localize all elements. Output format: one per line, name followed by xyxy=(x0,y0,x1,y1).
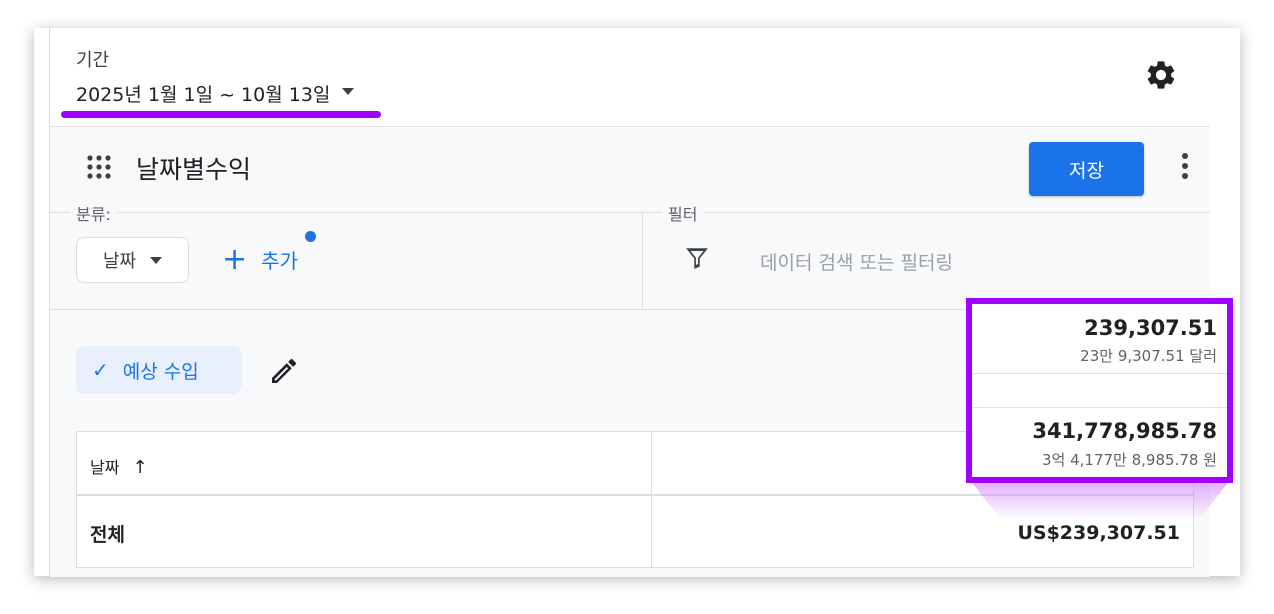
date-column-header: 날짜 xyxy=(90,458,120,477)
add-label: 추가 xyxy=(261,249,298,273)
check-icon: ✓ xyxy=(92,358,109,382)
dimension-legend: 분류: xyxy=(70,201,117,225)
krw-value: 341,778,985.78 xyxy=(1032,419,1217,443)
period-label: 기간 xyxy=(76,50,110,71)
date-range-selector[interactable]: 2025년 1월 1일 ~ 10월 13일 xyxy=(76,80,355,107)
arrow-up-icon: ↑ xyxy=(132,457,148,478)
popup-divider xyxy=(972,407,1227,408)
total-row-label: 전체 xyxy=(90,524,125,546)
date-chip-label: 날짜 xyxy=(102,251,137,272)
total-row-value: US$239,307.51 xyxy=(1017,522,1180,544)
filter-icon[interactable] xyxy=(684,245,710,271)
column-divider xyxy=(651,432,652,569)
gear-icon[interactable] xyxy=(1144,58,1178,92)
krw-value-korean: 3억 4,177만 8,985.78 원 xyxy=(1042,451,1217,469)
notification-dot xyxy=(305,231,316,242)
usd-value: 239,307.51 xyxy=(1084,316,1217,340)
kebab-menu-icon[interactable] xyxy=(1178,152,1192,182)
highlight-underline xyxy=(61,111,381,118)
callout-glow xyxy=(970,480,1230,520)
section-divider xyxy=(642,212,643,309)
popup-divider xyxy=(972,373,1227,374)
pencil-icon[interactable] xyxy=(268,355,300,387)
metric-label: 예상 수입 xyxy=(122,360,199,383)
usd-value-korean: 23만 9,307.51 달러 xyxy=(1080,347,1217,365)
save-button[interactable]: 저장 xyxy=(1029,142,1144,196)
date-dimension-chip[interactable]: 날짜 xyxy=(76,237,189,283)
grid-icon[interactable] xyxy=(86,154,114,182)
plus-icon: + xyxy=(222,241,248,277)
value-tooltip-popup: 239,307.51 23만 9,307.51 달러 341,778,985.7… xyxy=(966,298,1233,483)
chevron-down-icon xyxy=(150,256,163,264)
report-title: 날짜별수익 xyxy=(136,155,252,184)
metric-chip-estimated-earnings[interactable]: ✓ 예상 수입 xyxy=(76,346,242,394)
chevron-down-icon xyxy=(342,88,355,95)
filter-search-input[interactable]: 데이터 검색 또는 필터링 xyxy=(760,248,953,275)
filter-legend: 필터 xyxy=(662,201,704,225)
sort-date-header[interactable]: 날짜 ↑ xyxy=(90,454,148,478)
add-dimension-button[interactable]: + 추가 xyxy=(222,241,298,277)
dimension-divider xyxy=(50,212,642,213)
date-range-text: 2025년 1월 1일 ~ 10월 13일 xyxy=(76,84,331,106)
filter-divider xyxy=(643,212,1210,213)
